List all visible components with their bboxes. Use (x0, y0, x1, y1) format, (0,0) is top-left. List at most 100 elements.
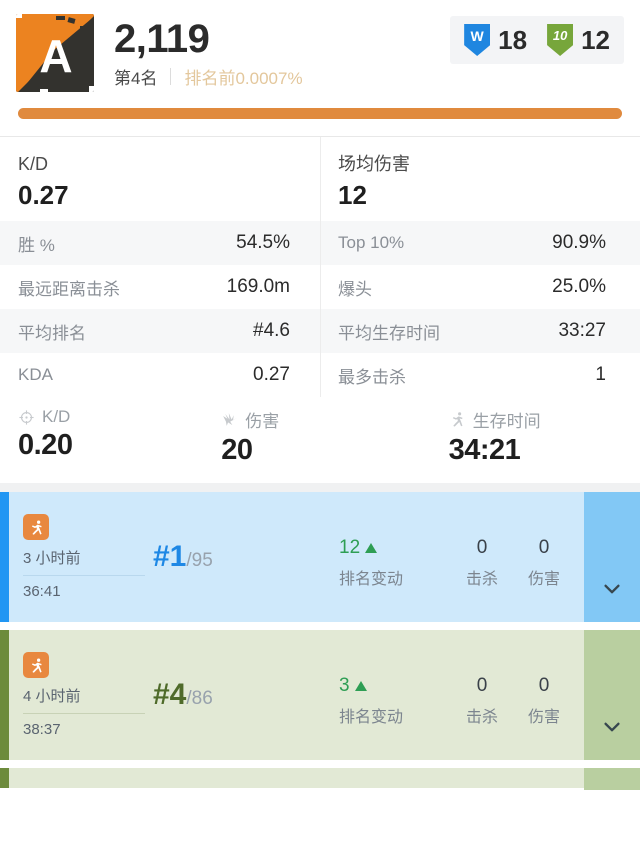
badge-wins[interactable]: W 18 (464, 24, 527, 56)
match-rank: #4/86 (153, 678, 213, 712)
crosshair-icon (18, 409, 35, 426)
match-kills: 0 击杀 (451, 537, 513, 589)
summary-metric-damage: 伤害 20 (213, 407, 426, 467)
match-card-body: 3 小时前 36:41 #1/95 12 排名变动 0 击杀 0 伤害 (9, 492, 584, 622)
stats-column-right: 场均伤害 12 Top 10% 90.9% 爆头 25.0% 平均生存时间 33… (320, 137, 640, 397)
match-metrics: 3 排名变动 0 击杀 0 伤害 (339, 675, 575, 727)
shield-top10-glyph: 10 (552, 28, 568, 43)
stats-column-divider (320, 137, 321, 397)
match-card[interactable]: 4 小时前 38:37 #4/86 3 排名变动 0 击杀 0 伤害 (0, 630, 640, 760)
match-card-body: 4 小时前 38:37 #4/86 3 排名变动 0 击杀 0 伤害 (9, 630, 584, 760)
match-metrics: 12 排名变动 0 击杀 0 伤害 (339, 537, 575, 589)
triangle-up-icon (354, 681, 367, 692)
summary-metric-survival: 生存时间 34:21 (427, 407, 640, 467)
table-row: 最远距离击杀 169.0m (0, 265, 320, 309)
match-damage-label: 伤害 (527, 570, 560, 588)
match-list: 3 小时前 36:41 #1/95 12 排名变动 0 击杀 0 伤害 4 小时… (0, 492, 640, 790)
table-row: KDA 0.27 (0, 353, 320, 397)
table-row: Top 10% 90.9% (320, 221, 640, 265)
avatar-image: A (16, 14, 94, 92)
match-accent-bar (0, 768, 9, 788)
summary-damage-label: 伤害 (245, 412, 280, 431)
match-card[interactable]: 3 小时前 36:41 #1/95 12 排名变动 0 击杀 0 伤害 (0, 492, 640, 622)
summary-metric-kd: K/D 0.20 (0, 407, 213, 467)
stats-page: A 2,119 第4名 排名前0.0007% W 18 10 12 K/D 0.… (0, 0, 640, 852)
match-kills-label: 击杀 (465, 708, 498, 726)
summary-survival-value: 34:21 (448, 434, 521, 466)
match-time-ago: 4 小时前 (23, 688, 81, 705)
badge-wins-count: 18 (498, 24, 528, 55)
summary-metrics: K/D 0.20 伤害 20 生存时间 34:21 (0, 397, 640, 483)
match-accent-bar (0, 492, 9, 622)
stat-value: #4.6 (253, 320, 290, 341)
match-kills-value: 0 (476, 537, 488, 558)
match-rank-change-value: 12 (339, 537, 361, 558)
match-meta-divider (23, 713, 145, 714)
table-row: 胜 % 54.5% (0, 221, 320, 265)
triangle-up-icon (365, 543, 378, 554)
runner-icon (449, 411, 466, 428)
summary-survival-label: 生存时间 (472, 412, 541, 431)
stat-value: 169.0m (226, 276, 290, 297)
match-meta: 4 小时前 38:37 (9, 652, 159, 738)
avatar-letter: A (39, 30, 73, 82)
match-rank: #1/95 (153, 540, 213, 574)
match-rank-change-label: 排名变动 (339, 570, 404, 588)
match-rank-value: #1 (153, 540, 187, 573)
shield-win-icon: W (464, 24, 491, 56)
stat-headline-damage: 场均伤害 12 (320, 137, 640, 221)
match-rank-change: 12 排名变动 (339, 537, 451, 589)
chevron-down-icon (604, 584, 620, 594)
stat-label: 平均排名 (18, 323, 86, 343)
stat-value: 25.0% (552, 276, 606, 297)
stats-column-left: K/D 0.27 胜 % 54.5% 最远距离击杀 169.0m 平均排名 #4… (0, 137, 320, 397)
match-expand-button[interactable] (584, 630, 640, 760)
header-text: 2,119 第4名 排名前0.0007% (114, 14, 303, 89)
avatar[interactable]: A (16, 14, 94, 92)
score-value: 2,119 (114, 17, 210, 61)
summary-kd-label-row: K/D (18, 407, 213, 427)
match-rank-change-row: 3 (339, 675, 451, 697)
match-kills-value: 0 (476, 675, 488, 696)
stat-label: Top 10% (338, 233, 405, 252)
match-meta: 3 小时前 36:41 (9, 514, 159, 600)
badge-top10-count: 12 (581, 24, 610, 55)
badge-top10[interactable]: 10 12 (547, 24, 610, 56)
match-damage: 0 伤害 (513, 537, 575, 589)
stat-label: 爆头 (338, 279, 372, 299)
match-expand-button[interactable] (584, 492, 640, 622)
summary-damage-label-row: 伤害 (221, 407, 426, 432)
summary-kd-value: 0.20 (18, 429, 73, 461)
shield-top10-icon: 10 (547, 24, 574, 56)
match-damage-label: 伤害 (527, 708, 560, 726)
match-expand-button[interactable] (584, 768, 640, 790)
runner-icon (23, 514, 49, 540)
match-card[interactable] (0, 768, 640, 790)
match-duration: 38:37 (23, 721, 61, 738)
rank-name: 第4名 (114, 69, 158, 88)
match-kills: 0 击杀 (451, 675, 513, 727)
match-rank-value: #4 (153, 678, 187, 711)
rank-progress-fill (18, 108, 622, 119)
section-divider (0, 483, 640, 492)
stat-headline-kd: K/D 0.27 (0, 137, 320, 221)
match-rank-change-row: 12 (339, 537, 451, 559)
table-row: 最多击杀 1 (320, 353, 640, 397)
match-damage-value: 0 (538, 675, 550, 696)
stat-label: 最多击杀 (338, 367, 406, 387)
rank-progress-bar (18, 108, 622, 119)
stat-headline-damage-value: 12 (338, 180, 367, 210)
badge-group: W 18 10 12 (450, 16, 624, 64)
percentile-text: 排名前0.0007% (184, 69, 303, 88)
rank-subtitle: 第4名 排名前0.0007% (114, 64, 303, 89)
match-damage: 0 伤害 (513, 675, 575, 727)
match-rank-total: /86 (186, 688, 213, 709)
shield-win-glyph: W (470, 28, 484, 44)
stat-headline-kd-label: K/D (18, 154, 49, 174)
match-time-ago: 3 小时前 (23, 550, 81, 567)
stat-label: KDA (18, 365, 53, 384)
chevron-down-icon (604, 722, 620, 732)
stat-headline-kd-value: 0.27 (18, 180, 69, 210)
damage-burst-icon (221, 411, 238, 428)
match-kills-label: 击杀 (465, 570, 498, 588)
